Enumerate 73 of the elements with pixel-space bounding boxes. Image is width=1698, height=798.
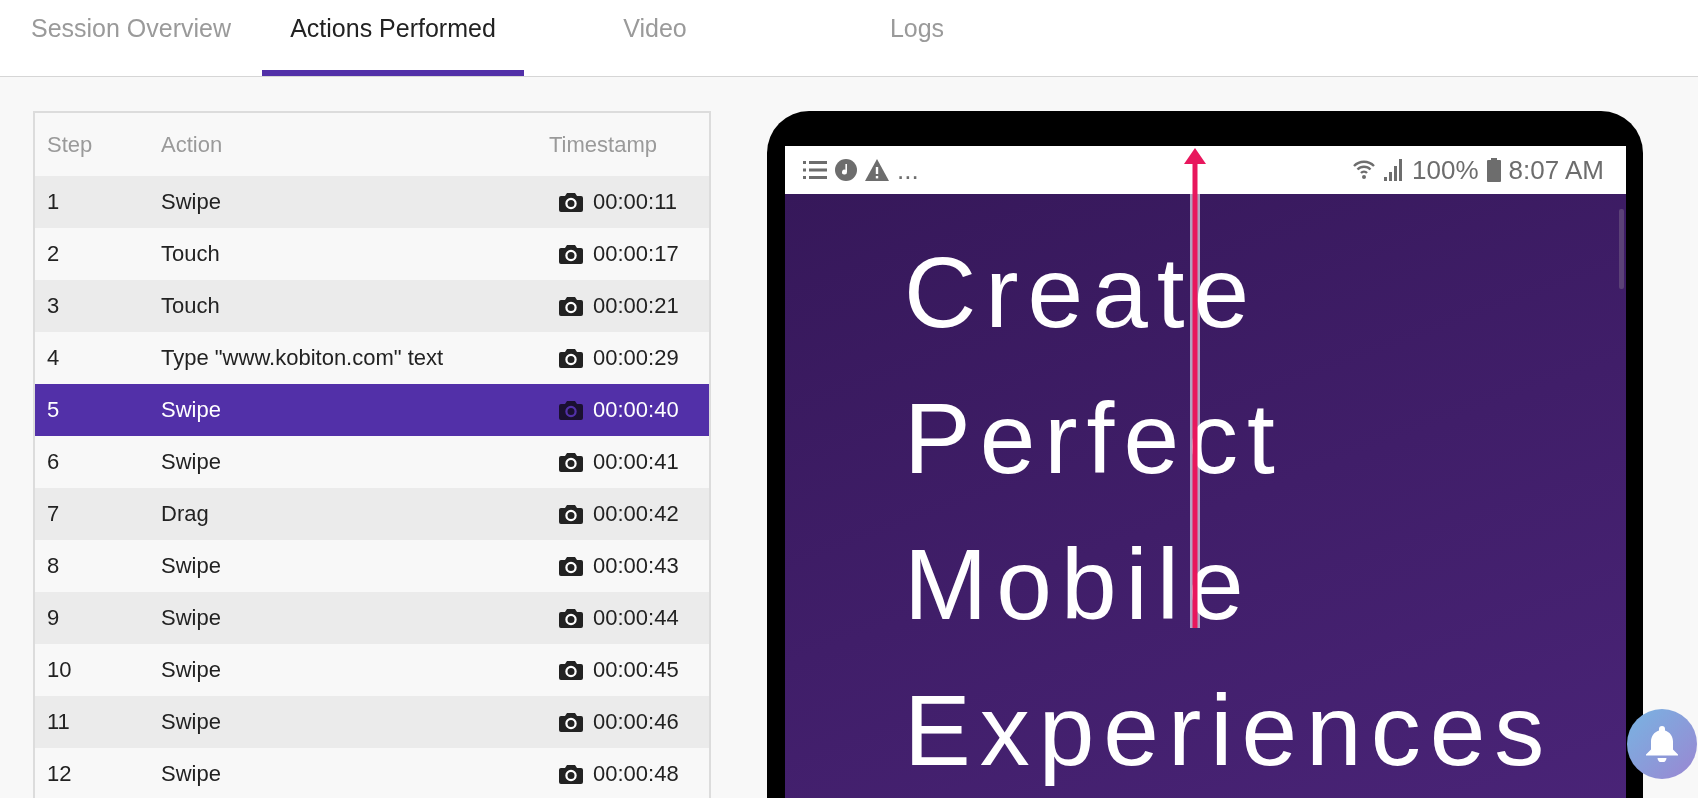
camera-icon[interactable]	[559, 192, 583, 212]
column-header: Timestamp	[549, 131, 658, 158]
table-row[interactable]: 7 Drag 00:00:42	[35, 488, 709, 540]
timestamp: 00:00:17	[593, 241, 679, 267]
signal-icon	[1384, 159, 1405, 181]
action-name: Swipe	[161, 657, 222, 683]
camera-icon[interactable]	[559, 244, 583, 264]
action-name: Drag	[161, 501, 210, 527]
step-number: 11	[47, 709, 71, 735]
camera-icon[interactable]	[559, 296, 583, 316]
table-row[interactable]: 3 Touch 00:00:21	[35, 280, 709, 332]
camera-icon[interactable]	[559, 712, 583, 732]
list-icon	[803, 159, 827, 181]
overflow-indicator: ...	[897, 154, 919, 186]
camera-icon[interactable]	[559, 764, 583, 784]
camera-icon[interactable]	[559, 348, 583, 368]
action-name: Swipe	[161, 449, 222, 475]
step-number: 2	[47, 241, 61, 267]
timestamp: 00:00:40	[593, 397, 679, 423]
action-name: Touch	[161, 293, 221, 319]
step-number: 3	[47, 293, 61, 319]
warning-icon	[865, 159, 889, 181]
table-row[interactable]: 5 Swipe 00:00:40	[35, 384, 709, 436]
music-note-icon	[835, 159, 857, 181]
wifi-icon	[1352, 158, 1377, 182]
camera-icon[interactable]	[559, 608, 583, 628]
step-number: 10	[47, 657, 73, 683]
table-row[interactable]: 4 Type "www.kobiton.com" text 00:00:29	[35, 332, 709, 384]
battery-icon	[1486, 158, 1501, 182]
table-row[interactable]: 6 Swipe 00:00:41	[35, 436, 709, 488]
timestamp: 00:00:41	[593, 449, 679, 475]
camera-icon[interactable]	[559, 452, 583, 472]
table-row[interactable]: 8 Swipe 00:00:43	[35, 540, 709, 592]
table-row[interactable]: 12 Swipe 00:00:48	[35, 748, 709, 798]
timestamp: 00:00:46	[593, 709, 679, 735]
camera-icon[interactable]	[559, 556, 583, 576]
action-name: Swipe	[161, 397, 222, 423]
action-name: Swipe	[161, 709, 222, 735]
table-row[interactable]: 1 Swipe 00:00:11	[35, 176, 709, 228]
step-number: 12	[47, 761, 73, 787]
table-row[interactable]: 9 Swipe 00:00:44	[35, 592, 709, 644]
timestamp: 00:00:43	[593, 553, 679, 579]
action-name: Touch	[161, 241, 221, 267]
timestamp: 00:00:42	[593, 501, 679, 527]
step-number: 1	[47, 189, 61, 215]
step-number: 7	[47, 501, 61, 527]
column-header: Step	[47, 131, 94, 158]
battery-percentage: 100%	[1412, 154, 1479, 186]
action-name: Swipe	[161, 605, 222, 631]
step-number: 6	[47, 449, 61, 475]
table-row[interactable]: 11 Swipe 00:00:46	[35, 696, 709, 748]
step-number: 5	[47, 397, 61, 423]
headline-text: Experiences	[904, 673, 1554, 788]
camera-icon[interactable]	[559, 504, 583, 524]
timestamp: 00:00:11	[593, 189, 677, 215]
table-row[interactable]: 10 Swipe 00:00:45	[35, 644, 709, 696]
table-row[interactable]: 2 Touch 00:00:17	[35, 228, 709, 280]
step-number: 4	[47, 345, 61, 371]
action-name: Swipe	[161, 189, 222, 215]
timestamp: 00:00:29	[593, 345, 679, 371]
clock-time: 8:07 AM	[1508, 154, 1604, 186]
action-name: Swipe	[161, 761, 222, 787]
bell-icon	[1645, 726, 1679, 762]
timestamp: 00:00:44	[593, 605, 679, 631]
step-number: 8	[47, 553, 61, 579]
timestamp: 00:00:21	[593, 293, 679, 319]
camera-icon[interactable]	[559, 660, 583, 680]
timestamp: 00:00:45	[593, 657, 679, 683]
step-number: 9	[47, 605, 61, 631]
action-name: Swipe	[161, 553, 222, 579]
action-name: Type "www.kobiton.com" text	[161, 345, 445, 371]
tab[interactable]: Actions Performed	[262, 0, 524, 76]
timestamp: 00:00:48	[593, 761, 679, 787]
